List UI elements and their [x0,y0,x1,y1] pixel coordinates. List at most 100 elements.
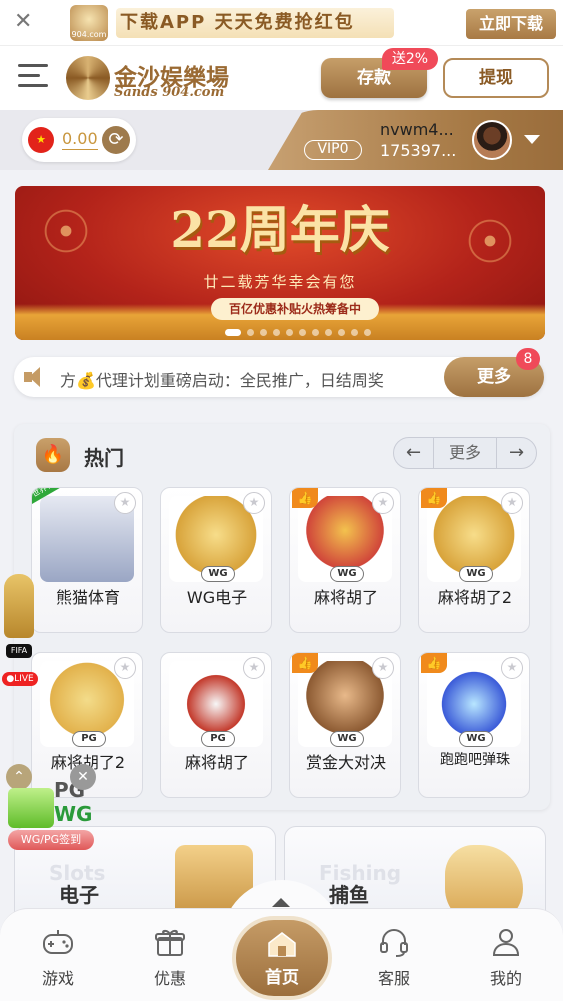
speaker-icon [22,365,46,389]
chevron-down-icon[interactable] [524,135,540,144]
avatar[interactable] [472,120,512,160]
carousel-dot[interactable] [286,329,293,336]
game-name: 麻将胡了 [184,753,249,772]
thumbs-up-icon: 👍 [292,488,318,508]
checkin-calendar-icon[interactable] [8,788,54,828]
menu-icon[interactable] [18,64,48,90]
deposit-bonus-badge: 送2% [382,48,438,70]
banner-tagline: 百亿优惠补贴火热筹备中 [211,298,379,320]
carousel-dot[interactable] [225,329,241,336]
vendor-tag: PG [201,731,235,747]
fifa-label: FIFA [6,644,32,658]
carousel-dot[interactable] [260,329,267,336]
announcement-bar: 方💰代理计划重磅启动：全民推广，日结周奖 更多 [14,357,544,397]
favorite-star-icon[interactable]: ★ [114,492,136,514]
carousel-dot[interactable] [299,329,306,336]
withdraw-button[interactable]: 提现 [443,58,549,98]
hot-more-button[interactable]: 更多 [434,438,496,468]
favorite-star-icon[interactable]: ★ [243,492,265,514]
vendor-tag: WG [330,566,364,582]
favorite-star-icon[interactable]: ★ [372,657,394,679]
refresh-icon[interactable]: ⟳ [102,126,130,154]
download-promo-text: 下载APP 天天免费抢红包 [116,8,394,38]
live-badge: ●LIVE [2,672,38,686]
carousel-dot[interactable] [273,329,280,336]
carousel-dot[interactable] [338,329,345,336]
game-name: WG电子 [186,588,248,607]
game-card[interactable]: 世界杯 ★ 熊猫体育 [31,487,143,633]
download-now-button[interactable]: 立即下载 [466,9,556,39]
nav-promotions[interactable]: 优惠 [130,921,210,988]
hot-section-title: 热门 [84,446,124,470]
vip-badge: VIP0 [304,140,362,160]
thumbs-up-icon: 👍 [421,653,447,673]
carousel-dots [225,321,377,336]
vendor-tag: WG [459,731,493,747]
brand-name-en: Sands 904.com [114,85,225,100]
game-card[interactable]: PG ★ 麻将胡了 [160,652,272,798]
thumbs-up-icon: 👍 [421,488,447,508]
favorite-star-icon[interactable]: ★ [501,492,523,514]
favorite-star-icon[interactable]: ★ [501,657,523,679]
announcement-text[interactable]: 方💰代理计划重磅启动：全民推广，日结周奖 [60,367,436,391]
brand-logo[interactable]: 金沙娱樂場 Sands 904.com [66,56,246,102]
game-name: 麻将胡了2 [437,588,513,607]
carousel-dot[interactable] [325,329,332,336]
carousel-dot[interactable] [351,329,358,336]
thumbs-up-icon: 👍 [292,653,318,673]
china-flag-icon: ★ [28,127,54,153]
game-name: 跑跑吧弹珠 [440,752,510,768]
game-name: 赏金大对决 [305,753,386,772]
checkin-label[interactable]: WG/PG签到 [8,830,94,850]
vendor-tag: WG [459,566,493,582]
user-icon [492,929,520,956]
favorite-star-icon[interactable]: ★ [372,492,394,514]
category-name: 电子 [59,883,99,907]
game-name: 熊猫体育 [55,588,120,607]
nav-label: 优惠 [153,969,186,988]
download-bar: ✕ 904.com 下载APP 天天免费抢红包 立即下载 [0,0,563,46]
fifa-widget[interactable]: FIFA [0,574,38,664]
fire-icon: 🔥 [36,438,70,472]
carousel-dot[interactable] [312,329,319,336]
user-id: 175397... [380,141,457,160]
balance-pill: ★ 0.00 ⟳ [22,118,136,162]
banner-subtitle: 廿二载芳华幸会有您 [203,273,357,291]
banner-title: 22周年庆 [170,200,390,259]
vendor-tag: PG [72,731,106,747]
chevron-up-icon[interactable] [272,898,290,907]
unread-count-badge: 8 [516,348,540,370]
game-card[interactable]: WG 👍 ★ 跑跑吧弹珠 [418,652,530,798]
arrow-left-icon[interactable]: ← [394,438,434,468]
nav-home-label: 首页 [265,968,299,988]
home-icon [268,932,296,957]
category-name: 捕鱼 [329,883,369,907]
chevron-up-double-icon[interactable]: ⌃ [6,764,32,790]
vendor-tag: WG [201,566,235,582]
game-card[interactable]: WG ★ WG电子 [160,487,272,633]
game-card[interactable]: WG 👍 ★ 赏金大对决 [289,652,401,798]
gift-icon [155,929,185,956]
favorite-star-icon[interactable]: ★ [243,657,265,679]
close-icon[interactable]: ✕ [14,10,32,34]
nav-support[interactable]: 客服 [354,921,434,988]
nav-games[interactable]: 游戏 [18,921,98,988]
carousel-dot[interactable] [364,329,371,336]
hot-nav-group: ← 更多 → [393,437,537,469]
arrow-right-icon[interactable]: → [496,438,536,468]
game-name: 麻将胡了 [313,588,378,607]
headset-icon [380,929,408,957]
game-card[interactable]: WG 👍 ★ 麻将胡了 [289,487,401,633]
vendor-tag: WG [330,731,364,747]
carousel-dot[interactable] [247,329,254,336]
nav-profile[interactable]: 我的 [466,921,546,988]
promo-banner[interactable]: 22周年庆 廿二载芳华幸会有您 百亿优惠补贴火热筹备中 [15,186,545,340]
username: nvwm4... [380,120,454,139]
app-logo: 904.com [70,5,108,41]
nav-label: 客服 [377,969,410,988]
close-icon[interactable]: ✕ [70,764,96,790]
favorite-star-icon[interactable]: ★ [114,657,136,679]
wg-brand-text: WG [54,802,93,826]
balance-value: 0.00 [62,129,98,150]
game-card[interactable]: WG 👍 ★ 麻将胡了2 [418,487,530,633]
